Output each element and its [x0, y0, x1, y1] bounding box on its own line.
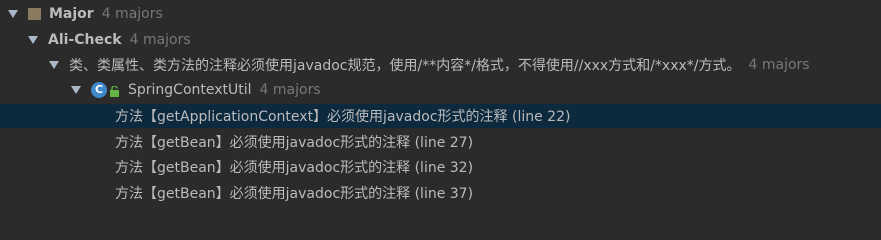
issue-text: 方法【getBean】必须使用javadoc形式的注释 (line 27) — [115, 135, 474, 151]
tree-node-ali-check[interactable]: Ali-Check 4 majors — [0, 28, 881, 52]
issue-row-line-32[interactable]: 方法【getBean】必须使用javadoc形式的注释 (line 32) — [0, 155, 881, 179]
inspection-results-tree: Major 4 majors Ali-Check 4 majors 类、类属性、… — [0, 0, 881, 216]
tree-node-class[interactable]: C SpringContextUtil 4 majors — [0, 78, 881, 102]
node-label: 类、类属性、类方法的注释必须使用javadoc规范，使用/**内容*/格式，不得… — [69, 58, 741, 74]
severity-folder-icon — [28, 8, 41, 20]
expand-arrow-icon[interactable] — [49, 61, 59, 69]
issue-row-line-22[interactable]: 方法【getApplicationContext】必须使用javadoc形式的注… — [0, 104, 881, 128]
tree-node-rule[interactable]: 类、类属性、类方法的注释必须使用javadoc规范，使用/**内容*/格式，不得… — [0, 53, 881, 77]
issue-text: 方法【getApplicationContext】必须使用javadoc形式的注… — [115, 109, 571, 125]
node-count: 4 majors — [259, 82, 321, 98]
expand-arrow-icon[interactable] — [71, 86, 81, 94]
lock-icon — [110, 84, 119, 97]
node-label: SpringContextUtil — [128, 82, 252, 98]
issue-row-line-37[interactable]: 方法【getBean】必须使用javadoc形式的注释 (line 37) — [0, 181, 881, 205]
issue-row-line-27[interactable]: 方法【getBean】必须使用javadoc形式的注释 (line 27) — [0, 130, 881, 154]
expand-arrow-icon[interactable] — [8, 10, 18, 18]
tree-node-major[interactable]: Major 4 majors — [0, 2, 881, 26]
node-count: 4 majors — [129, 32, 191, 48]
node-label: Major — [49, 6, 94, 22]
node-label: Ali-Check — [48, 32, 122, 48]
issue-text: 方法【getBean】必须使用javadoc形式的注释 (line 32) — [115, 160, 474, 176]
issue-text: 方法【getBean】必须使用javadoc形式的注释 (line 37) — [115, 186, 474, 202]
class-icon: C — [91, 82, 107, 98]
node-count: 4 majors — [101, 6, 163, 22]
expand-arrow-icon[interactable] — [28, 36, 38, 44]
node-count: 4 majors — [748, 57, 810, 73]
